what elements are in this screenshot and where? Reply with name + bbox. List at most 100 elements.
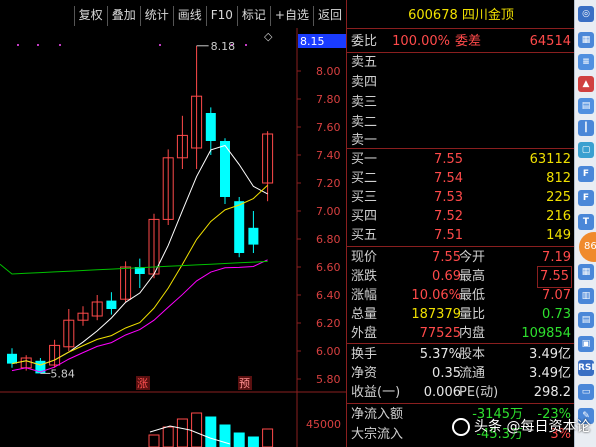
zoom-icon[interactable]: ◎: [578, 6, 594, 22]
toolbar-diejia-button[interactable]: 叠加: [106, 6, 140, 26]
candle-body: [205, 113, 216, 141]
kline-chart-area[interactable]: 8.00 7.80 7.60 7.40 7.20 7.00 6.80 6.60 6.40 6.20…: [0, 0, 346, 447]
y-axis-label: 7.00: [316, 205, 341, 218]
chart-up-icon[interactable]: ▲: [578, 76, 594, 92]
sell-level-label: 卖三: [351, 95, 378, 110]
stat-label: 换手: [351, 347, 378, 362]
volume-bar: [176, 418, 188, 447]
stat-value: 3.49亿: [529, 366, 571, 381]
stat-label: 今开: [459, 250, 486, 265]
high-annotation: 8.18: [211, 40, 236, 53]
y-axis-label: 7.20: [316, 177, 341, 190]
marker-dot: [245, 44, 247, 46]
bars-icon[interactable]: ▥: [578, 288, 594, 304]
stat-value: 0.35: [432, 366, 461, 381]
toolbar-tongji-button[interactable]: 统计: [139, 6, 173, 26]
table-icon[interactable]: ▤: [578, 98, 594, 114]
y-axis-label: 6.60: [316, 261, 341, 274]
stat-value: 0.006: [423, 385, 461, 400]
doc-icon[interactable]: ▤: [578, 312, 594, 328]
stat-row-zhangdie: 涨跌 0.69 最高 7.55: [347, 266, 575, 288]
list-icon[interactable]: ≡: [578, 54, 594, 70]
rsi-icon[interactable]: RSI: [578, 360, 595, 376]
sell-level-label: 卖五: [351, 55, 378, 70]
buy-level-label: 买一: [351, 152, 378, 167]
buy-level-volume: 149: [546, 228, 571, 243]
f10-icon[interactable]: F: [578, 190, 594, 206]
candle-body: [234, 201, 245, 253]
toolbar-biaoji-button[interactable]: 标记: [236, 6, 270, 26]
stat-label: 净资: [351, 366, 378, 381]
toolbar-back-button[interactable]: 返回: [312, 6, 346, 26]
stat-label: 最高: [459, 269, 486, 284]
buy-level-3: 买三 7.53 225: [347, 188, 575, 208]
stat-value: 109854: [521, 326, 571, 341]
side-toolbar: ◎ ▦ ≡ ▲ ▤ ┃ ▢ F F T ▦ ▥ ▤ ▣ RSI ▭ ✎: [574, 0, 596, 447]
buy-level-4: 买四 7.52 216: [347, 207, 575, 227]
stat-label: 收益(一): [351, 385, 401, 400]
stat-label: 最低: [459, 288, 486, 303]
sell-level-3: 卖三: [347, 93, 575, 113]
calendar-icon[interactable]: ▦: [578, 264, 594, 280]
buy-level-volume: 63112: [529, 152, 571, 167]
stat-label: 流通: [459, 366, 486, 381]
chart-toolbar: 复权 叠加 统计 画线 F10 标记 +自选 返回: [0, 6, 346, 26]
toolbar-huaxian-button[interactable]: 画线: [172, 6, 206, 26]
grid-icon[interactable]: ▦: [578, 32, 594, 48]
text-icon[interactable]: T: [578, 214, 594, 230]
stat-value: 7.55: [537, 266, 572, 288]
f-icon[interactable]: F: [578, 166, 594, 182]
marker-dot: [159, 44, 161, 46]
stat-label: 涨跌: [351, 269, 378, 284]
buy-level-price: 7.51: [434, 228, 463, 243]
kline-icon[interactable]: ┃: [578, 120, 594, 136]
toolbar-f10-button[interactable]: F10: [205, 6, 237, 26]
buy-level-2: 买二 7.54 812: [347, 169, 575, 189]
buy-level-label: 买四: [351, 209, 378, 224]
stat-row-shouyi: 收益(一) 0.006 PE(动) 298.2: [347, 383, 575, 403]
stat-value: 10.06%: [411, 288, 461, 303]
y-axis-label: 6.00: [316, 345, 341, 358]
stat-row-zongliang: 总量 187379 量比 0.73: [347, 305, 575, 325]
stat-value: 7.55: [432, 250, 461, 265]
marker-dot: [59, 44, 61, 46]
stat-label: 股本: [459, 347, 486, 362]
y-axis-label: 8.00: [316, 65, 341, 78]
y-axis-label: 5.80: [316, 373, 341, 386]
sell-level-label: 卖四: [351, 75, 378, 90]
stat-value: 187379: [411, 307, 461, 322]
sell-level-label: 卖二: [351, 115, 378, 130]
buy-level-volume: 812: [546, 171, 571, 186]
current-price-text: 8.15: [300, 35, 325, 48]
stat-value: 3.49亿: [529, 347, 571, 362]
weicha-label: 委差: [455, 34, 482, 49]
window-icon[interactable]: ▢: [578, 142, 594, 158]
weicha-value: 64514: [529, 34, 571, 49]
stat-row-huanshou: 换手 5.37% 股本 3.49亿: [347, 345, 575, 365]
y-axis-label: 6.20: [316, 317, 341, 330]
toolbar-add-watchlist-button[interactable]: +自选: [269, 6, 313, 26]
buy-level-price: 7.52: [434, 209, 463, 224]
flow-label: 净流入额: [351, 407, 404, 422]
buy-level-1: 买一 7.55 63112: [347, 150, 575, 170]
stock-title: 600678 四川金顶: [408, 8, 514, 23]
layers-icon[interactable]: ▣: [578, 336, 594, 352]
stat-value: 7.19: [542, 250, 571, 265]
marker-dot: [17, 44, 19, 46]
y-axis-label: 6.40: [316, 289, 341, 302]
stat-value: 5.37%: [419, 347, 461, 362]
volume-bar: [148, 434, 160, 447]
y-axis-label: 6.80: [316, 233, 341, 246]
watermark-text: 头条 @每日资本论: [474, 419, 591, 435]
stat-label: 总量: [351, 307, 378, 322]
y-axis-label: 7.80: [316, 93, 341, 106]
flow-label: 大宗流入: [351, 427, 404, 442]
buy-level-price: 7.55: [434, 152, 463, 167]
ruler-icon[interactable]: ▭: [578, 384, 594, 400]
buy-level-price: 7.54: [434, 171, 463, 186]
toolbar-fuquan-button[interactable]: 复权: [73, 6, 107, 26]
buy-level-price: 7.53: [434, 190, 463, 205]
kline-chart[interactable]: 8.00 7.80 7.60 7.40 7.20 7.00 6.80 6.60 6.40 6.20…: [0, 0, 346, 447]
stat-value: 7.07: [542, 288, 571, 303]
volume-axis-label: 45000: [306, 418, 341, 431]
